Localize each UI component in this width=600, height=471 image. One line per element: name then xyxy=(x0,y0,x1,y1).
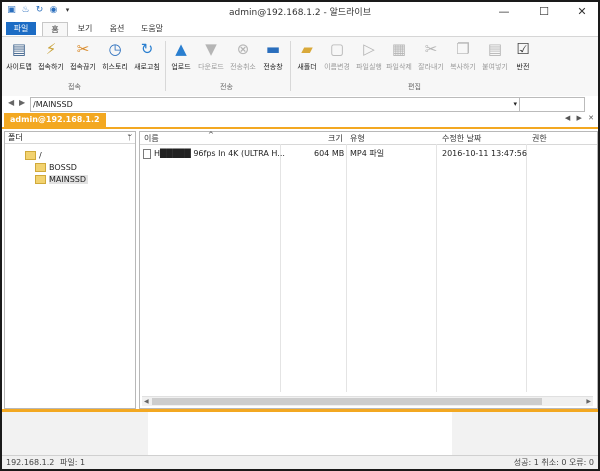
cancel-x-icon: ⊗ xyxy=(236,40,250,58)
invert-select-icon: ☑ xyxy=(516,40,530,58)
folder-panel: 폴더 ᛘ / BOSSD MAINSSD xyxy=(4,131,136,409)
tab-help[interactable]: 도움말 xyxy=(136,22,168,35)
delete-file-icon: ▦ xyxy=(391,40,407,58)
refresh-button[interactable]: ↻ 새로고침 xyxy=(130,39,164,72)
sort-indicator-icon: ^ xyxy=(208,131,214,139)
disconnect-button[interactable]: ✂ 접속끊기 xyxy=(66,39,100,72)
column-header-modified[interactable]: 수정한 날짜 xyxy=(442,133,481,144)
tree-node-root[interactable]: / xyxy=(25,150,42,161)
new-folder-icon: ▰ xyxy=(301,40,313,58)
file-size: 604 MB xyxy=(314,149,345,158)
download-button[interactable]: ▼ 다운로드 xyxy=(194,39,228,72)
group-label-transfer: 전송 xyxy=(220,83,233,91)
run-file-button[interactable]: ▷ 파일실행 xyxy=(352,39,386,72)
session-tab-nav[interactable]: ◀ ▶ ✕ xyxy=(565,114,596,122)
title-bar: ▣ ♨ ↻ ◉ ▾ admin@192.168.1.2 - 알드라이브 — ☐ … xyxy=(2,2,598,21)
upload-button[interactable]: ▲ 업로드 xyxy=(164,39,198,72)
forward-button[interactable]: ▶ xyxy=(19,98,25,107)
folder-panel-header: 폴더 ᛘ xyxy=(5,132,135,144)
tab-options[interactable]: 옵션 xyxy=(104,22,130,35)
rename-button[interactable]: ▢ 이름변경 xyxy=(320,39,354,72)
ribbon-tabs: 파일 홈 보기 옵션 도움말 xyxy=(2,21,598,36)
status-host: 192.168.1.2 xyxy=(6,458,55,467)
search-input[interactable] xyxy=(519,97,585,112)
header-divider xyxy=(140,144,597,145)
sitemap-button[interactable]: ▤ 사이트맵 xyxy=(2,39,36,72)
upload-arrow-icon: ▲ xyxy=(175,40,187,58)
column-header-permission[interactable]: 권한 xyxy=(532,133,547,144)
history-button[interactable]: ◷ 히스토리 xyxy=(98,39,132,72)
file-list-panel: 이름 ^ 크기 유형 수정한 날짜 권한 H█████ 96fps In 4K … xyxy=(139,131,598,409)
invert-selection-button[interactable]: ☑ 반전 xyxy=(506,39,540,72)
main-area: 폴더 ᛘ / BOSSD MAINSSD 이름 ^ 크기 유형 수정한 날짜 권… xyxy=(2,129,598,409)
file-icon xyxy=(143,148,151,159)
connect-button[interactable]: ⚡ 접속하기 xyxy=(34,39,68,72)
rename-icon: ▢ xyxy=(329,40,345,58)
tab-home[interactable]: 홈 xyxy=(42,22,68,36)
maximize-button[interactable]: ☐ xyxy=(530,2,558,21)
copy-icon: ❐ xyxy=(456,40,470,58)
file-type: MP4 파일 xyxy=(350,149,385,158)
column-divider xyxy=(526,144,527,392)
session-tab-bar: admin@192.168.1.2 ◀ ▶ ✕ xyxy=(2,113,598,129)
column-header-name[interactable]: 이름 xyxy=(144,133,159,144)
history-clock-icon: ◷ xyxy=(108,40,122,58)
scrollbar-thumb[interactable] xyxy=(152,398,542,405)
new-folder-button[interactable]: ▰ 새폴더 xyxy=(290,39,324,72)
back-button[interactable]: ◀ xyxy=(8,98,14,107)
column-divider xyxy=(280,144,281,392)
status-file-count: 파일: 1 xyxy=(60,458,86,467)
unplug-icon: ✂ xyxy=(76,40,90,58)
ribbon: ▤ 사이트맵 ⚡ 접속하기 ✂ 접속끊기 ◷ 히스토리 ↻ 새로고침 접속 ▲ … xyxy=(2,36,598,97)
address-bar: ◀ ▶ /MAINSSD ▾ xyxy=(2,96,598,112)
folder-icon xyxy=(35,163,46,172)
delete-file-button[interactable]: ▦ 파일삭제 xyxy=(382,39,416,72)
download-arrow-icon: ▼ xyxy=(205,40,217,58)
log-area xyxy=(2,412,598,455)
session-tab[interactable]: admin@192.168.1.2 xyxy=(4,113,106,127)
paste-icon: ▤ xyxy=(487,40,503,58)
scroll-left-icon[interactable]: ◀ xyxy=(144,397,149,406)
cancel-transfer-button[interactable]: ⊗ 전송취소 xyxy=(226,39,260,72)
tree-node-mainssd[interactable]: MAINSSD xyxy=(35,174,89,185)
group-label-connect: 접속 xyxy=(68,83,81,91)
tab-file[interactable]: 파일 xyxy=(6,22,36,35)
scissors-icon: ✂ xyxy=(424,40,438,58)
horizontal-scrollbar[interactable]: ◀ ▶ xyxy=(142,396,593,406)
file-modified: 2016-10-11 13:47:56 xyxy=(442,149,527,158)
copy-button[interactable]: ❐ 복사하기 xyxy=(446,39,480,72)
group-label-edit: 편집 xyxy=(408,83,421,91)
pin-icon[interactable]: ᛘ xyxy=(127,132,132,143)
folder-icon xyxy=(25,151,36,160)
column-divider xyxy=(346,144,347,392)
tree-node-bossd[interactable]: BOSSD xyxy=(35,162,77,173)
close-button[interactable]: ✕ xyxy=(568,2,596,21)
path-input[interactable]: /MAINSSD ▾ xyxy=(30,97,520,112)
refresh-icon: ↻ xyxy=(140,40,154,58)
transfer-window-button[interactable]: ▬ 전송창 xyxy=(256,39,290,72)
transfer-window-icon: ▬ xyxy=(265,40,281,58)
scroll-right-icon[interactable]: ▶ xyxy=(586,397,591,406)
minimize-button[interactable]: — xyxy=(490,2,518,21)
status-transfer-summary: 성공: 1 취소: 0 오류: 0 xyxy=(513,458,594,467)
file-name: H█████ 96fps In 4K (ULTRA H... xyxy=(154,149,285,158)
path-text: /MAINSSD xyxy=(33,100,73,109)
cut-button[interactable]: ✂ 잘라내기 xyxy=(414,39,448,72)
sitemap-icon: ▤ xyxy=(11,40,27,58)
column-header-size[interactable]: 크기 xyxy=(328,133,343,144)
status-bar: 192.168.1.2 파일: 1 성공: 1 취소: 0 오류: 0 xyxy=(2,455,598,469)
column-divider xyxy=(436,144,437,392)
folder-icon xyxy=(35,175,46,184)
plug-icon: ⚡ xyxy=(45,40,57,58)
run-file-icon: ▷ xyxy=(363,40,375,58)
path-dropdown-icon[interactable]: ▾ xyxy=(513,98,517,111)
app-window: ▣ ♨ ↻ ◉ ▾ admin@192.168.1.2 - 알드라이브 — ☐ … xyxy=(2,2,598,469)
tab-view[interactable]: 보기 xyxy=(72,22,98,35)
log-pane xyxy=(148,412,452,455)
column-header-type[interactable]: 유형 xyxy=(350,133,365,144)
